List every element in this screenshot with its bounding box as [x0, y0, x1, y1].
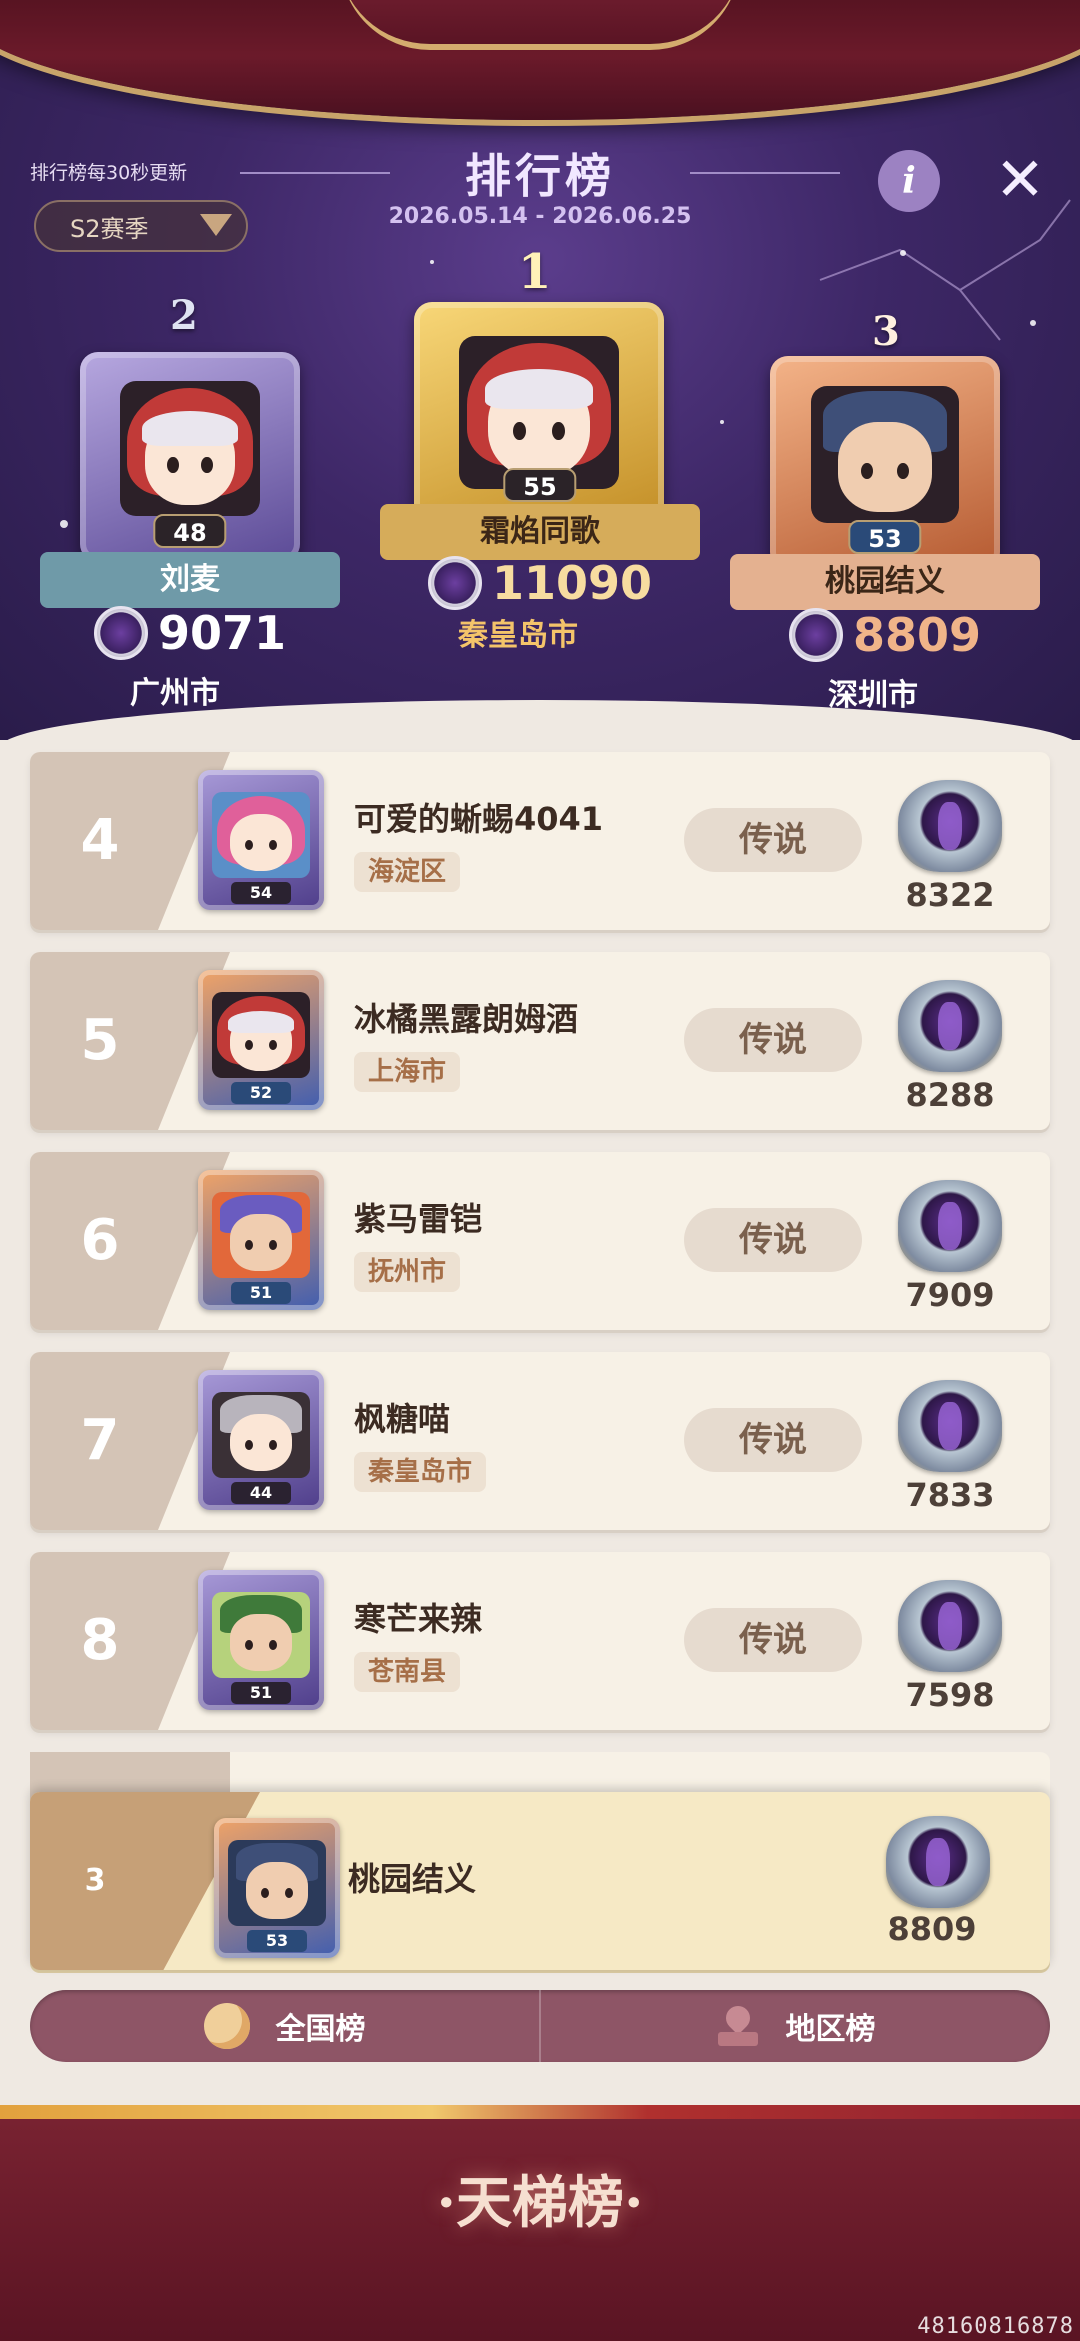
- tier-badge-icon: [93, 606, 148, 660]
- player-score: 8322: [905, 876, 995, 914]
- tab-label: 地区榜: [785, 2012, 876, 2047]
- level-badge: 54: [231, 882, 291, 904]
- close-icon: ✕: [994, 145, 1046, 215]
- tier-badge-icon: [886, 1816, 990, 1908]
- player-score: 9071: [157, 606, 287, 660]
- tier-badge-icon: [898, 980, 1002, 1072]
- podium-third[interactable]: 3 53 桃园结义 8809 深圳市: [730, 290, 1040, 713]
- level-badge: 55: [503, 468, 577, 502]
- tier-badge-icon: [788, 608, 843, 662]
- player-city: 广州市: [130, 676, 220, 711]
- my-rank-row[interactable]: 3 53 桃园结义 8809: [30, 1792, 1050, 1970]
- player-city: 海淀区: [354, 852, 461, 892]
- close-button[interactable]: ✕: [990, 150, 1050, 210]
- player-name: 冰橘黑露朗姆酒: [354, 1000, 579, 1038]
- level-badge: 48: [153, 514, 227, 548]
- player-city: 秦皇岛市: [354, 1452, 487, 1492]
- ladder-title[interactable]: ·天梯榜·: [0, 2158, 1080, 2239]
- player-name: 刘麦: [40, 552, 340, 608]
- avatar[interactable]: 53: [214, 1818, 340, 1958]
- level-badge: 44: [231, 1482, 291, 1504]
- star-decoration: [720, 420, 724, 424]
- player-score: 7833: [905, 1476, 995, 1514]
- player-city: 苍南县: [354, 1652, 461, 1692]
- avatar: [811, 385, 959, 523]
- player-city: 抚州市: [354, 1252, 461, 1292]
- player-name: 霜焰同歌: [380, 504, 700, 560]
- star-decoration: [60, 520, 68, 528]
- ranking-row[interactable]: 6 51 紫马雷铠 抚州市 传说 7909: [30, 1152, 1050, 1330]
- map-pin-icon: [716, 2004, 760, 2048]
- player-score: 8809: [887, 1910, 977, 1948]
- star-decoration: [1030, 320, 1036, 326]
- avatar[interactable]: 54: [198, 770, 324, 910]
- avatar[interactable]: 44: [198, 1370, 324, 1510]
- my-rank: 3: [84, 1863, 106, 1898]
- player-name: 寒芒来辣: [354, 1600, 483, 1638]
- tab-label: 全国榜: [275, 2012, 366, 2047]
- tier-badge-icon: [898, 1580, 1002, 1672]
- player-score: 8288: [905, 1076, 995, 1114]
- player-name: 紫马雷铠: [354, 1200, 483, 1238]
- level-badge: 53: [848, 520, 922, 554]
- player-city: 秦皇岛市: [458, 618, 578, 653]
- ranking-row[interactable]: 8 51 寒芒来辣 苍南县 传说 7598: [30, 1552, 1050, 1730]
- tab-regional[interactable]: 地区榜: [539, 1990, 1050, 2062]
- player-score: 7909: [905, 1276, 995, 1314]
- podium-rank: 2: [170, 292, 198, 339]
- ranking-row[interactable]: 5 52 冰橘黑露朗姆酒 上海市 传说 8288: [30, 952, 1050, 1130]
- tab-national[interactable]: 全国榜: [30, 1990, 539, 2062]
- player-name: 桃园结义: [348, 1860, 477, 1898]
- row-rank: 8: [80, 1608, 120, 1673]
- leaderboard-hero: 排行榜每30秒更新 S2赛季 排行榜 2026.05.14 - 2026.06.…: [0, 0, 1080, 740]
- row-rank: 6: [80, 1208, 120, 1273]
- tier-button[interactable]: 传说: [684, 1208, 862, 1272]
- player-name: 桃园结义: [730, 554, 1040, 610]
- podium-rank: 3: [872, 308, 900, 355]
- player-score: 8809: [852, 608, 982, 662]
- ranking-row[interactable]: 7 44 枫糖喵 秦皇岛市 传说 7833: [30, 1352, 1050, 1530]
- row-rank: 5: [80, 1008, 120, 1073]
- avatar[interactable]: 51: [198, 1170, 324, 1310]
- level-badge: 52: [231, 1082, 291, 1104]
- info-button[interactable]: i: [878, 150, 940, 212]
- tier-button[interactable]: 传说: [684, 1008, 862, 1072]
- leaderboard-tabs[interactable]: 全国榜 地区榜: [30, 1990, 1050, 2062]
- podium-rank: 1: [518, 244, 552, 300]
- tier-badge-icon: [898, 780, 1002, 872]
- star-decoration: [900, 250, 906, 256]
- player-city: 上海市: [354, 1052, 461, 1092]
- curtain-center-decoration: [340, 0, 740, 50]
- avatar[interactable]: 52: [198, 970, 324, 1110]
- tier-button[interactable]: 传说: [684, 1408, 862, 1472]
- podium-first[interactable]: 1 55 霜焰同歌 11090 秦皇岛市: [380, 230, 700, 653]
- avatar[interactable]: 51: [198, 1570, 324, 1710]
- tier-button[interactable]: 传说: [684, 1608, 862, 1672]
- tier-badge-icon: [898, 1180, 1002, 1272]
- player-score: 11090: [491, 556, 653, 610]
- tier-badge-icon: [898, 1380, 1002, 1472]
- globe-icon: [203, 2003, 250, 2049]
- user-id: 48160816878: [917, 2314, 1074, 2339]
- player-name: 可爱的蜥蜴4041: [354, 800, 604, 838]
- ranking-row[interactable]: 4 54 可爱的蜥蜴4041 海淀区 传说 8322: [30, 752, 1050, 930]
- player-score: 7598: [905, 1676, 995, 1714]
- level-badge: 51: [231, 1682, 291, 1704]
- podium-second[interactable]: 2 48 刘麦 9071 广州市: [40, 290, 340, 711]
- tier-button[interactable]: 传说: [684, 808, 862, 872]
- row-rank: 4: [80, 808, 120, 873]
- info-icon: i: [902, 160, 916, 202]
- level-badge: 53: [247, 1930, 307, 1952]
- row-rank: 7: [80, 1408, 120, 1473]
- level-badge: 51: [231, 1282, 291, 1304]
- avatar: [459, 335, 619, 490]
- avatar: [119, 381, 261, 516]
- player-name: 枫糖喵: [354, 1400, 451, 1438]
- tier-badge-icon: [427, 556, 482, 610]
